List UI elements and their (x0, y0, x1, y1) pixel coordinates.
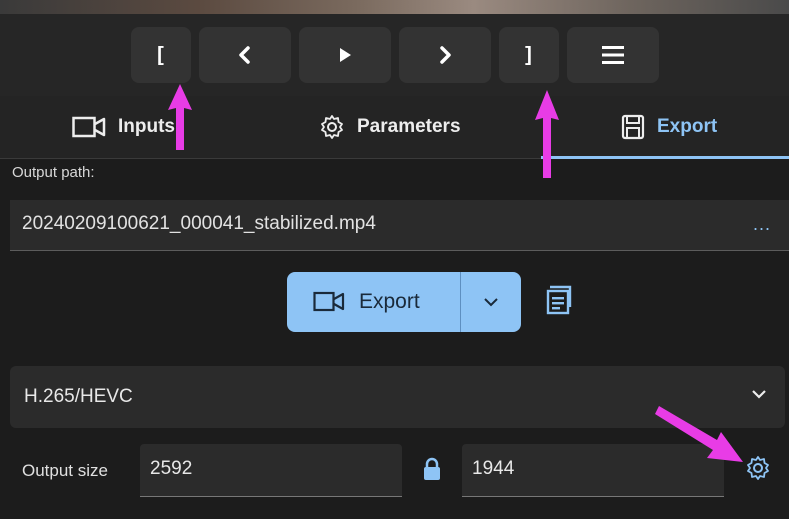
render-queue-button[interactable] (545, 285, 575, 320)
set-start-label: [ (157, 43, 164, 66)
active-tab-indicator (541, 156, 789, 159)
next-frame-button[interactable] (398, 27, 491, 83)
codec-select[interactable]: H.265/HEVC (10, 366, 785, 428)
codec-value: H.265/HEVC (24, 386, 133, 407)
gear-icon (747, 456, 769, 480)
export-button-label: Export (359, 290, 420, 313)
tab-export[interactable]: Export (621, 96, 717, 158)
output-size-label: Output size (22, 461, 108, 480)
tab-inputs-label: Inputs (118, 116, 175, 137)
tab-bar: Inputs Parameters Export (0, 96, 789, 159)
export-options-dropdown[interactable] (461, 297, 521, 307)
chevron-left-icon (238, 46, 250, 64)
gear-icon (321, 115, 343, 139)
tab-parameters-label: Parameters (357, 116, 461, 137)
output-height-value: 1944 (472, 458, 515, 479)
set-end-button[interactable]: ] (498, 27, 559, 83)
output-height-input[interactable]: 1944 (462, 444, 724, 497)
output-path-value: 20240209100621_000041_stabilized.mp4 (22, 213, 376, 234)
aspect-lock-toggle[interactable] (423, 457, 441, 486)
menu-button[interactable] (566, 27, 659, 83)
playback-controls: [ ] (0, 14, 789, 96)
chevron-down-icon (752, 390, 766, 399)
play-icon (339, 48, 351, 62)
play-button[interactable] (298, 27, 391, 83)
chevron-down-icon (484, 298, 498, 307)
export-button-group: Export (287, 272, 521, 332)
tab-parameters[interactable]: Parameters (319, 96, 461, 158)
output-size-settings-button[interactable] (745, 455, 771, 486)
tab-export-label: Export (657, 116, 718, 137)
output-path-label: Output path: (12, 164, 95, 181)
set-end-label: ] (525, 43, 532, 66)
set-start-button[interactable]: [ (130, 27, 191, 83)
output-width-value: 2592 (150, 458, 193, 479)
video-camera-icon (313, 291, 345, 312)
chevron-right-icon (439, 46, 451, 64)
output-width-input[interactable]: 2592 (140, 444, 402, 497)
previous-frame-button[interactable] (198, 27, 291, 83)
video-camera-icon (72, 116, 106, 138)
render-queue-icon (546, 285, 572, 315)
output-path-field[interactable]: 20240209100621_000041_stabilized.mp4 ... (10, 200, 789, 251)
save-icon (621, 114, 645, 140)
export-button[interactable]: Export (287, 290, 460, 314)
menu-icon (601, 46, 624, 64)
tab-inputs[interactable]: Inputs (72, 96, 175, 158)
browse-button[interactable]: ... (753, 214, 771, 235)
lock-icon (424, 457, 440, 480)
